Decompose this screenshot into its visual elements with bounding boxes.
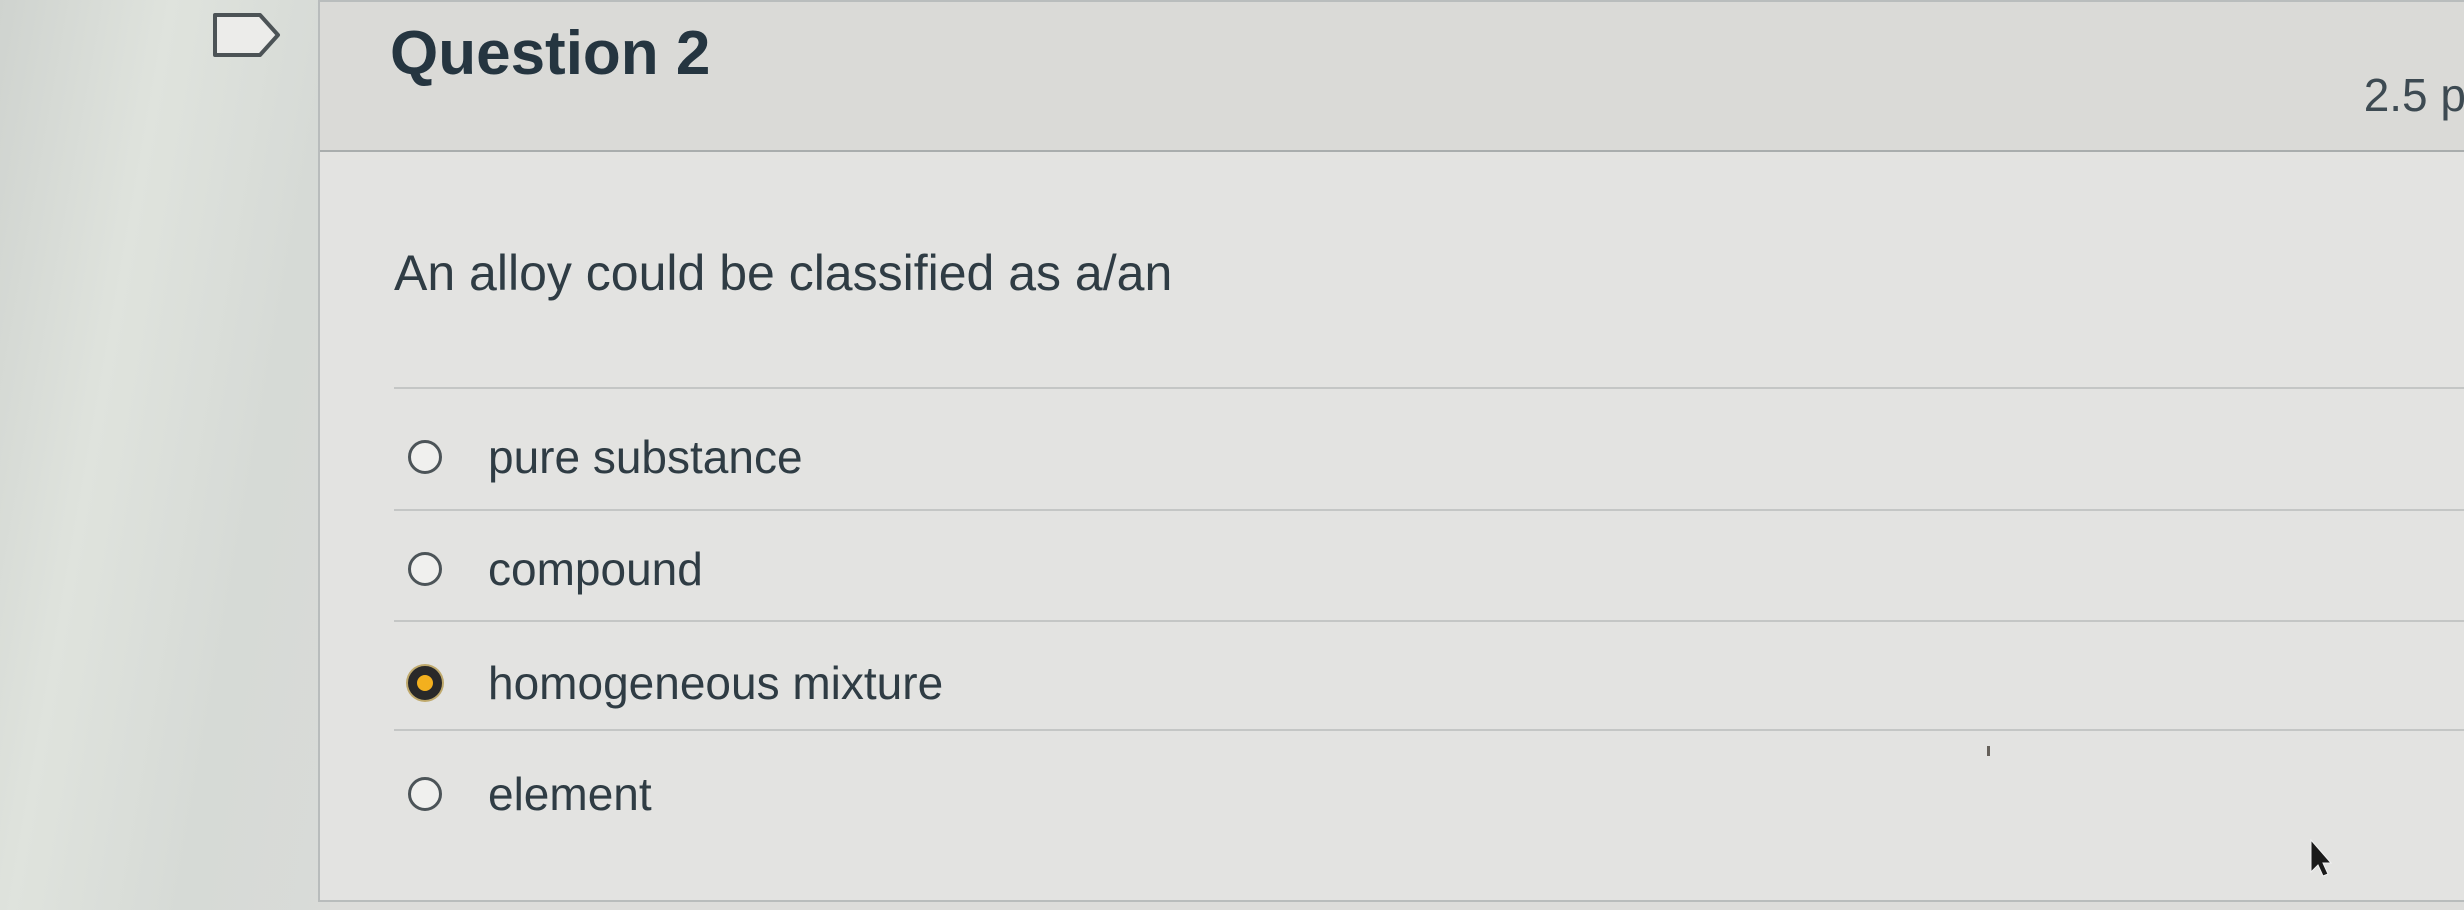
flag-icon[interactable] [212, 12, 282, 58]
answer-label: compound [488, 543, 703, 595]
answer-option-homogeneous-mixture[interactable]: homogeneous mixture [408, 646, 943, 720]
answer-separator [394, 509, 2464, 511]
answer-label: homogeneous mixture [488, 657, 944, 709]
screen-speck [1987, 746, 1990, 756]
answer-option-element[interactable]: element [408, 757, 652, 831]
question-title: Question 2 [390, 19, 711, 88]
points-label: 2.5 p [2363, 69, 2464, 121]
question-card: Question 2 2.5 p An alloy could be class… [318, 0, 2464, 902]
radio-button[interactable] [408, 777, 442, 811]
answer-option-compound[interactable]: compound [408, 532, 703, 606]
answer-separator [394, 620, 2464, 622]
answer-option-pure-substance[interactable]: pure substance [408, 420, 803, 494]
radio-button[interactable] [408, 440, 442, 474]
left-gutter [0, 0, 330, 910]
question-text: An alloy could be classified as a/an [394, 245, 1173, 301]
answer-separator [394, 387, 2464, 389]
radio-button[interactable] [408, 552, 442, 586]
radio-button-selected[interactable] [408, 666, 442, 700]
answer-label: element [488, 768, 652, 820]
mouse-cursor-icon [2310, 838, 2332, 877]
question-header: Question 2 2.5 p [320, 0, 2464, 152]
answer-separator [394, 729, 2464, 731]
answer-label: pure substance [488, 431, 803, 483]
